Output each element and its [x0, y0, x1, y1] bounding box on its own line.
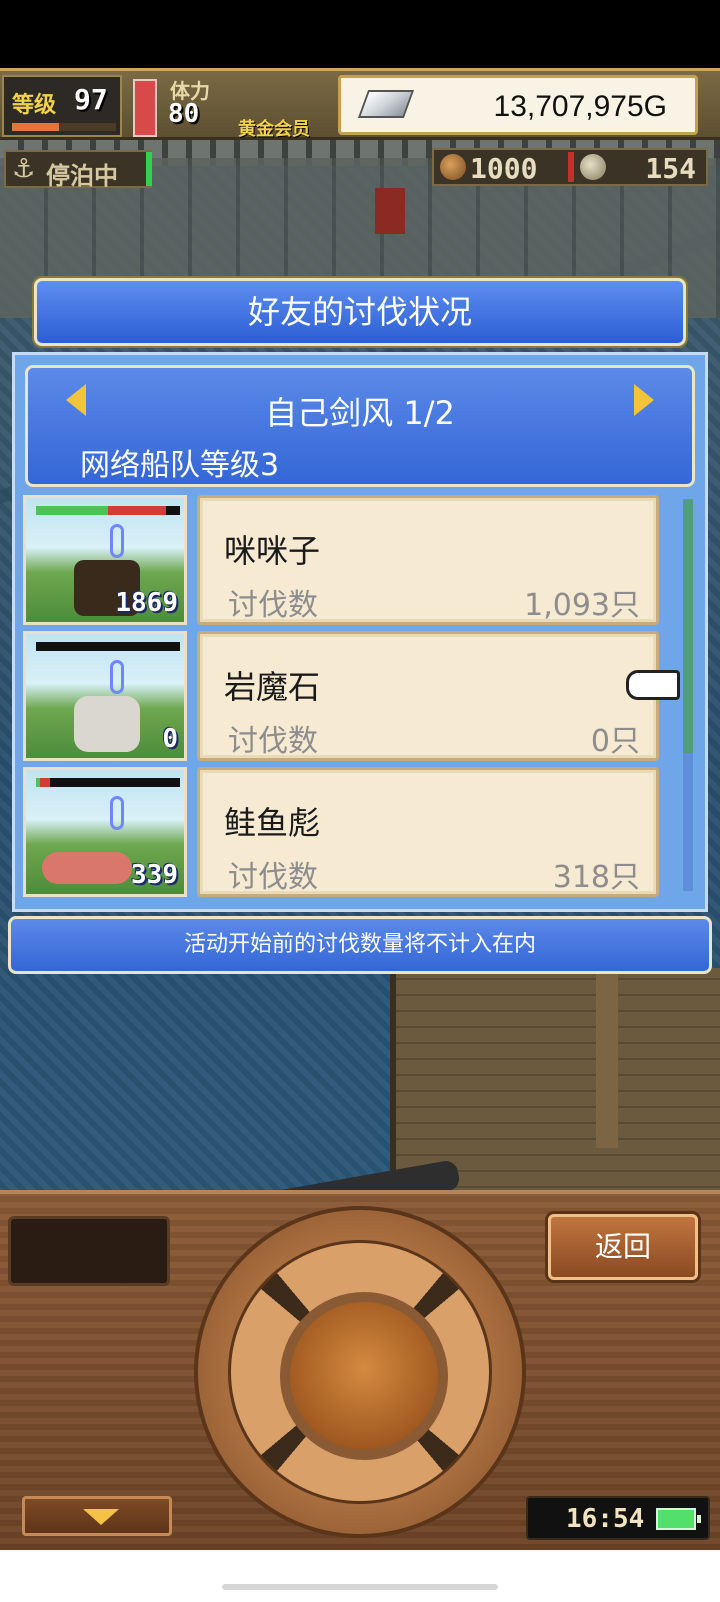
system-bottom-bar [0, 1550, 720, 1602]
exclamation-marker-icon [110, 660, 124, 694]
kill-count: 318只 [552, 860, 640, 895]
monster-list: 1869 咪咪子 讨伐数 1,093只 0 岩魔石 讨伐数 0只 339 鲑鱼彪… [23, 495, 683, 903]
arrow-right-icon[interactable] [634, 384, 654, 416]
down-arrow-icon [83, 1509, 119, 1525]
level-progress-bar [12, 123, 116, 131]
money-panel: 13,707,975G [338, 75, 698, 135]
stamina-gauge [133, 79, 157, 137]
hp-bar [36, 506, 180, 515]
dock-status-label: 停泊中 [46, 162, 118, 190]
monster-name: 鲑鱼彪 [224, 804, 321, 842]
dialog-header: 自己剑风 1/2 网络船队等级3 [25, 365, 695, 487]
back-button[interactable]: 返回 [548, 1214, 698, 1280]
level-progress-fill [12, 123, 59, 131]
monster-card[interactable]: 鲑鱼彪 讨伐数 318只 [197, 767, 659, 897]
kill-label: 讨伐数 [228, 860, 318, 895]
resource1-value: 1000 [470, 152, 538, 185]
notice-text: 活动开始前的讨伐数量将不计入在内 [183, 932, 536, 957]
home-indicator[interactable] [222, 1584, 498, 1590]
fortress-door [375, 188, 405, 234]
monster-sprite [42, 852, 132, 884]
monster-portrait: 1869 [23, 495, 187, 625]
food-icon [440, 154, 466, 180]
portrait-count: 1869 [115, 588, 178, 618]
hp-bar [36, 778, 180, 787]
dock-status: ⚓ 停泊中 [4, 150, 152, 190]
menu-toggle-button[interactable] [22, 1496, 172, 1536]
portrait-count: 0 [162, 724, 178, 754]
resource-separator [568, 152, 574, 182]
monster-card[interactable]: 岩魔石 讨伐数 0只 [197, 631, 659, 761]
monster-portrait: 339 [23, 767, 187, 897]
dpad-center-button[interactable] [280, 1292, 448, 1460]
top-hud: 等级 97 体力 80 黄金会员 13,707,975G [0, 68, 720, 140]
info-slot [8, 1216, 170, 1286]
member-badge: 黄金会员 [238, 119, 310, 140]
hp-bar-lost [108, 506, 166, 515]
dialog-title-bar: 好友的讨伐状况 [34, 278, 686, 346]
money-value: 13,707,975G [493, 90, 667, 123]
battery-icon [656, 1508, 701, 1530]
scrollbar-thumb[interactable] [683, 499, 693, 753]
list-item[interactable]: 1869 咪咪子 讨伐数 1,093只 [23, 495, 683, 631]
kill-count: 1,093只 [524, 588, 640, 623]
pointer-hand-icon [626, 670, 680, 700]
list-item[interactable]: 0 岩魔石 讨伐数 0只 [23, 631, 683, 767]
monster-name: 咪咪子 [224, 532, 321, 570]
list-scrollbar[interactable] [683, 499, 693, 891]
exclamation-marker-icon [110, 524, 124, 558]
clock: 16:54 [566, 1504, 645, 1534]
monster-name: 岩魔石 [224, 668, 321, 706]
dpad[interactable] [194, 1206, 526, 1538]
clock-panel: 16:54 [526, 1496, 710, 1540]
fleet-level: 网络船队等级3 [80, 448, 280, 483]
stamina-value: 80 [168, 99, 200, 129]
ship-mast [596, 968, 618, 1148]
dialog-title: 好友的讨伐状况 [247, 293, 472, 331]
kill-label: 讨伐数 [228, 724, 318, 759]
level-value: 97 [74, 83, 108, 116]
monster-sprite [74, 696, 140, 752]
dock-status-bar [146, 152, 152, 186]
kill-label: 讨伐数 [228, 588, 318, 623]
monster-portrait: 0 [23, 631, 187, 761]
control-panel: 返回 16:54 [0, 1190, 720, 1550]
anchor-icon: ⚓ [12, 154, 36, 184]
level-panel: 等级 97 [2, 75, 122, 137]
kill-count: 0只 [590, 724, 640, 759]
silver-bar-icon [357, 90, 415, 118]
hp-bar-lost [40, 778, 51, 787]
monster-card[interactable]: 咪咪子 讨伐数 1,093只 [197, 495, 659, 625]
list-item[interactable]: 339 鲑鱼彪 讨伐数 318只 [23, 767, 683, 903]
friend-hunt-dialog: 自己剑风 1/2 网络船队等级3 1869 咪咪子 讨伐数 1,093只 0 岩… [12, 352, 708, 912]
friend-name-page: 自己剑风 1/2 [265, 394, 455, 432]
notice-bar: 活动开始前的讨伐数量将不计入在内 [8, 916, 712, 974]
hp-bar [36, 642, 180, 651]
level-label: 等级 [12, 93, 57, 118]
resource-panel: 1000 154 [432, 148, 708, 186]
stamina-gauge-fill [135, 81, 155, 135]
exclamation-marker-icon [110, 796, 124, 830]
resource2-value: 154 [645, 152, 696, 185]
medal-icon [580, 154, 606, 180]
hp-bar-fill [36, 506, 108, 515]
portrait-count: 339 [131, 860, 178, 890]
